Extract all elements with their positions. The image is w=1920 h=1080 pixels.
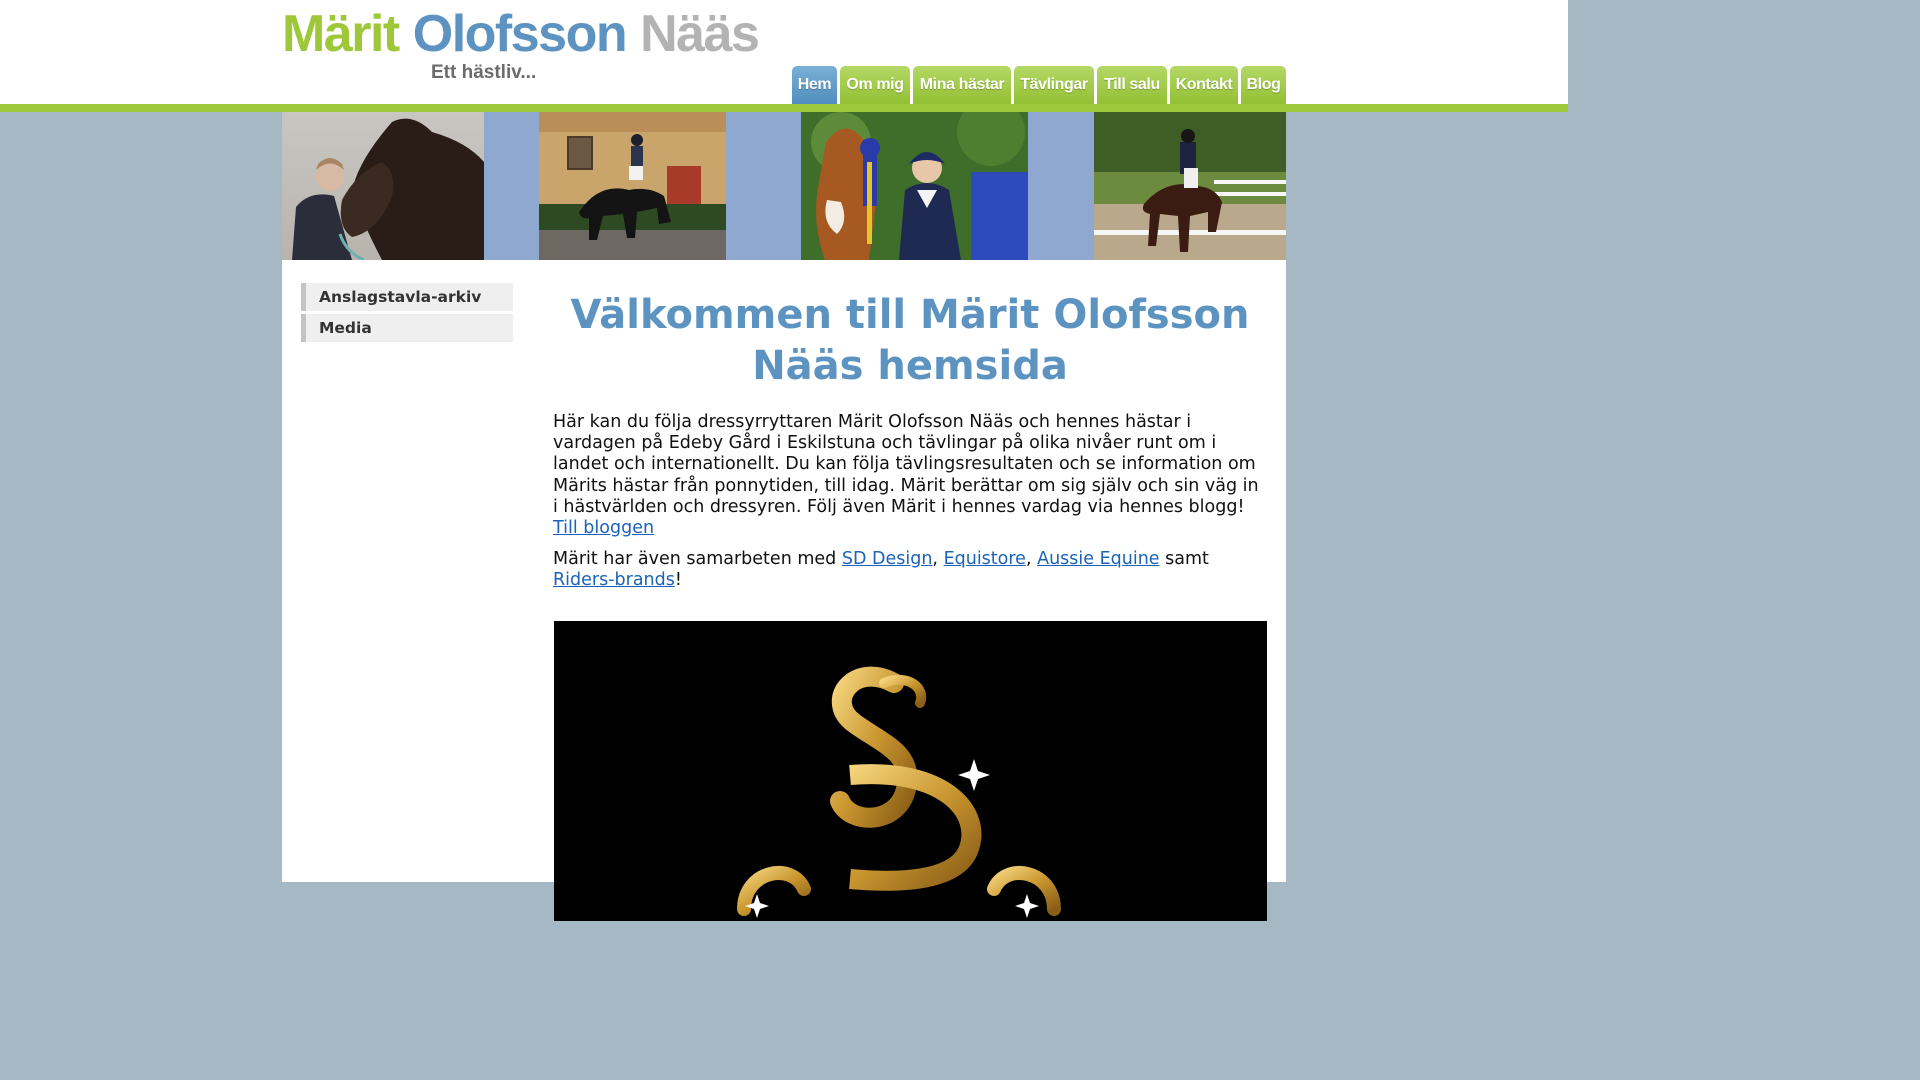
- sidebar-item-anslagstavla-arkiv[interactable]: Anslagstavla-arkiv: [301, 283, 513, 311]
- header-divider: [0, 104, 1568, 112]
- main-content: Välkommen till Märit Olofsson Nääs hemsi…: [553, 290, 1267, 921]
- partners-prefix: Märit har även samarbeten med: [553, 549, 837, 570]
- banner-photo-horse-rosette: [801, 112, 1028, 260]
- partners-and: samt: [1165, 549, 1209, 570]
- sidebar: Anslagstavla-arkiv Media: [301, 283, 513, 345]
- partner-link-riders-brands[interactable]: Riders-brands: [553, 570, 675, 590]
- intro-paragraph: Här kan du följa dressyrryttaren Märit O…: [553, 412, 1267, 539]
- logo-last-name: Nääs: [640, 5, 760, 63]
- site-header: Märit Olofsson Nääs Ett hästliv... Hem Om …: [0, 0, 1568, 104]
- page-body: Anslagstavla-arkiv Media Välkommen till …: [282, 260, 1286, 921]
- blog-link[interactable]: Till bloggen: [553, 518, 654, 538]
- logo-tagline: Ett hästliv...: [431, 62, 537, 83]
- nav-tab-tavlingar[interactable]: Tävlingar: [1014, 66, 1094, 104]
- main-nav: Hem Om mig Mina hästar Tävlingar Till sa…: [792, 66, 1286, 104]
- sd-design-logo-image[interactable]: [554, 621, 1267, 921]
- nav-tab-mina-hastar[interactable]: Mina hästar: [913, 66, 1011, 104]
- logo-middle-name: Olofsson: [412, 5, 628, 63]
- nav-tab-blog[interactable]: Blog: [1241, 66, 1286, 104]
- banner-photo-dressage-building: [539, 112, 726, 260]
- banner-photo-dressage-arena: [1094, 112, 1286, 260]
- nav-tab-om-mig[interactable]: Om mig: [840, 66, 910, 104]
- partner-link-equistore[interactable]: Equistore: [944, 549, 1026, 569]
- partner-link-aussie-equine[interactable]: Aussie Equine: [1037, 549, 1159, 569]
- site-logo[interactable]: Märit Olofsson Nääs: [282, 2, 772, 66]
- page-title: Välkommen till Märit Olofsson Nääs hemsi…: [553, 290, 1267, 392]
- page-title-line1: Välkommen till Märit Olofsson: [570, 292, 1250, 338]
- photo-banner: [282, 112, 1286, 260]
- partners-end: !: [674, 570, 682, 591]
- nav-tab-hem[interactable]: Hem: [792, 66, 837, 104]
- nav-tab-kontakt[interactable]: Kontakt: [1170, 66, 1238, 104]
- page-title-line2: Nääs hemsida: [752, 343, 1068, 389]
- partner-link-sd-design[interactable]: SD Design: [842, 549, 933, 569]
- sidebar-item-media[interactable]: Media: [301, 314, 513, 342]
- intro-text: Här kan du följa dressyrryttaren Märit O…: [553, 412, 1259, 517]
- logo-first-name: Märit: [282, 5, 400, 63]
- partners-paragraph: Märit har även samarbeten med SD Design,…: [553, 549, 1209, 591]
- banner-photo-rider-hugging-horse: [282, 112, 484, 260]
- nav-tab-till-salu[interactable]: Till salu: [1097, 66, 1167, 104]
